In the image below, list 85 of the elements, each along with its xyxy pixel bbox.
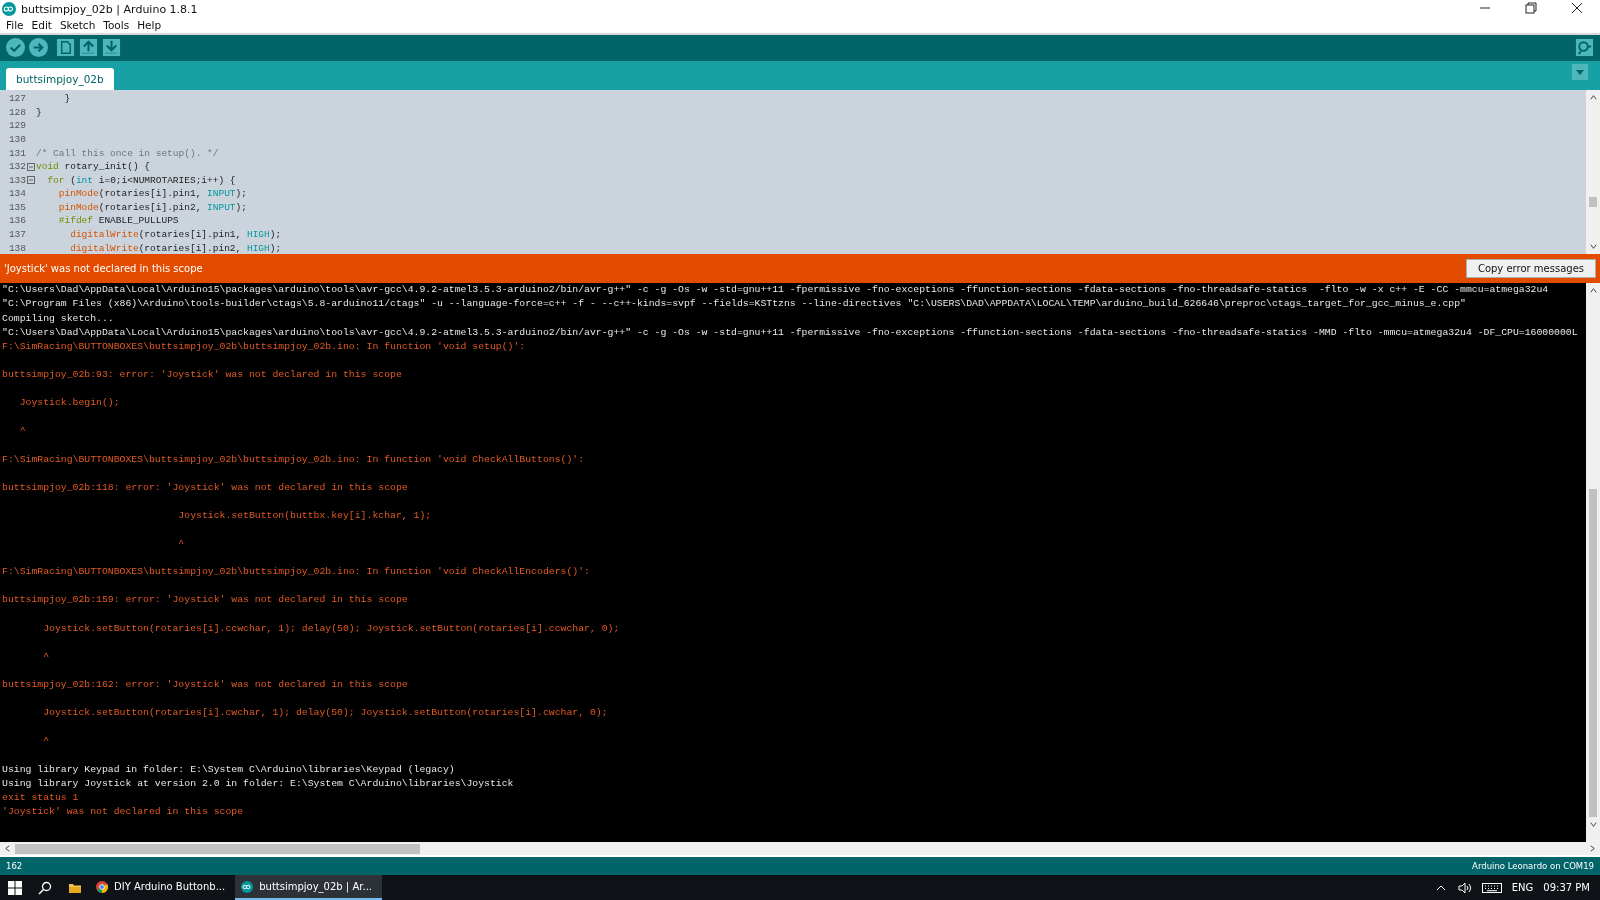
line-number: 137 (7, 229, 26, 241)
code-line: #ifdef ENABLE_PULLUPS (57, 215, 179, 227)
menu-item[interactable]: Sketch (55, 19, 100, 32)
line-number: 136 (7, 215, 26, 227)
menu-item[interactable]: Tools (99, 19, 134, 32)
tab-menu-button[interactable] (1572, 64, 1588, 81)
copy-error-button[interactable]: Copy error messages (1465, 259, 1596, 279)
keyboard-icon[interactable] (1481, 881, 1502, 894)
line-number: 132 (7, 161, 26, 173)
console-line: ^ (18, 424, 27, 439)
console-line: Joystick.setButton(buttbx.key[i].kchar, 1); (177, 508, 433, 523)
console-line: F:\SimRacing\BUTTONBOXES\buttsimpjoy_02b\buttsimpjoy_02b.ino: In function 'void CheckAllButtons()': (1, 452, 586, 467)
console-line: "C:\Program Files (x86)\Arduino\tools-builder\ctags\5.8-arduino11/ctags" -u --language-force=c++ -f - --c++-kinds=svpf --fields=KSTtzns --line-directives "C:\USERS\DAD\APPDATA\LOCAL\TEMP\arduino_build_626646\preproc\ctags_target_for_gcc_minus_e.cpp" (1, 297, 1467, 312)
open-button[interactable] (79, 38, 98, 58)
console-line: buttsimpjoy_02b:118: error: 'Joystick' was not declared in this scope (1, 480, 409, 495)
scroll-thumb[interactable] (15, 843, 420, 854)
collapse-icon[interactable] (27, 162, 35, 171)
editor-tab[interactable]: buttsimpjoy_02b (6, 67, 114, 90)
scroll-thumb[interactable] (1589, 197, 1597, 208)
scroll-right-icon[interactable] (1588, 844, 1597, 854)
code-line: digitalWrite(rotaries[i].pin1, HIGH); (69, 229, 282, 241)
line-number: 130 (7, 133, 26, 145)
console-line: "C:\Users\Dad\AppData\Local\Arduino15\packages\arduino\tools\avr-gcc\4.9.2-atmel3.5.3-arduino2/bin/avr-g++" -c -g -Os -w -std=gnu++11 -fpermissive -fno-exceptions -ffunction-sections -fdata-sections -fno-threadsafe-statics -flto -w -x c++ -E -CC -mmcu=atmega32u4 (1, 283, 1550, 298)
arduino-logo-icon (241, 880, 254, 893)
scrollbar[interactable] (1586, 283, 1600, 843)
line-number: 129 (7, 120, 26, 132)
line-number: 135 (7, 201, 26, 213)
console-line: 'Joystick' was not declared in this scope (1, 804, 245, 819)
code-line: pinMode(rotaries[i].pin2, INPUT); (57, 201, 247, 213)
scroll-up-icon[interactable] (1588, 92, 1598, 102)
language-indicator[interactable]: ENG (1511, 882, 1534, 893)
collapse-icon[interactable] (27, 176, 35, 185)
save-button[interactable] (102, 38, 121, 58)
upload-button[interactable] (29, 38, 48, 58)
line-number: 127 (7, 93, 26, 105)
menu-item[interactable]: File (2, 19, 28, 32)
line-number: 134 (7, 188, 26, 200)
window-title: buttsimpjoy_02b | Arduino 1.8.1 (21, 2, 198, 16)
console-line: "C:\Users\Dad\AppData\Local\Arduino15\packages\arduino\tools\avr-gcc\4.9.2-atmel3.5.3-arduino2/bin/avr-g++" -c -g -Os -w -std=gnu++11 -fpermissive -fno-exceptions -ffunction-sections -fdata-sections -fno-threadsafe-statics -MMD -flto -mmcu=atmega32u4 -DF_CPU=16000000L (1, 325, 1579, 340)
scrollbar[interactable] (1586, 89, 1600, 255)
scroll-down-icon[interactable] (1588, 242, 1598, 252)
console-line: buttsimpjoy_02b:162: error: 'Joystick' was not declared in this scope (1, 678, 409, 692)
code-line: } (63, 93, 71, 105)
search-icon[interactable] (38, 880, 52, 895)
speaker-icon[interactable] (1457, 881, 1472, 894)
code-line: for (int i=0;i<NUMROTARIES;i++) { (46, 174, 236, 186)
console-line: buttsimpjoy_02b:159: error: 'Joystick' was not declared in this scope (1, 593, 409, 608)
code-line: /* Call this once in setup(). */ (36, 147, 219, 159)
console-line: Joystick.setButton(rotaries[i].ccwchar, 1); delay(50); Joystick.setButton(rotaries[i].ccwchar, 0); (42, 621, 621, 636)
console-line: F:\SimRacing\BUTTONBOXES\buttsimpjoy_02b\buttsimpjoy_02b.ino: In function 'void setup()': (1, 339, 527, 354)
scrollbar[interactable] (0, 842, 1600, 856)
line-number: 128 (7, 106, 26, 118)
new-sketch-button[interactable] (56, 38, 75, 58)
console-line: ^ (42, 649, 51, 664)
taskbar-app[interactable]: buttsimpjoy_02b | Ar... (235, 875, 382, 900)
console-line: ^ (42, 734, 51, 749)
console-line: F:\SimRacing\BUTTONBOXES\buttsimpjoy_02b\buttsimpjoy_02b.ino: In function 'void CheckAllEncoders()': (1, 565, 591, 580)
code-line: } (36, 106, 42, 118)
serial-monitor-button[interactable] (1575, 38, 1594, 58)
line-number: 133 (7, 174, 26, 186)
browser-icon (96, 880, 108, 893)
clock[interactable]: 09:37 PM (1543, 882, 1590, 893)
scroll-thumb[interactable] (1589, 488, 1597, 817)
console-line: ^ (177, 537, 186, 552)
start-icon[interactable] (8, 880, 22, 895)
code-line: digitalWrite(rotaries[i].pin2, HIGH); (69, 242, 282, 254)
code-line: void rotary_init() { (36, 161, 151, 173)
menu-item[interactable]: Help (133, 19, 166, 32)
console-line: Compiling sketch... (1, 311, 115, 326)
console-line: Joystick.begin(); (18, 396, 121, 411)
console-line: exit status 1 (1, 790, 80, 805)
error-message: 'Joystick' was not declared in this scope (4, 263, 203, 275)
console-line: Joystick.setButton(rotaries[i].cwchar, 1); delay(50); Joystick.setButton(rotaries[i].cwchar, 0); (42, 706, 609, 721)
taskbar-app[interactable]: DIY Arduino Buttonb... (90, 875, 236, 900)
line-number-status: 162 (6, 861, 23, 871)
line-number: 138 (7, 242, 26, 254)
console-line: Using library Joystick at version 2.0 in folder: E:\System C\Arduino\libraries\Joystick (1, 776, 515, 791)
code-line: pinMode(rotaries[i].pin1, INPUT); (57, 188, 247, 200)
scroll-left-icon[interactable] (3, 844, 12, 854)
console-line: buttsimpjoy_02b:93: error: 'Joystick' was not declared in this scope (1, 367, 403, 382)
board-status: Arduino Leonardo on COM19 (1472, 861, 1594, 871)
verify-button[interactable] (6, 38, 25, 58)
line-number: 131 (7, 147, 26, 159)
console-line: Using library Keypad in folder: E:\System C\Arduino\libraries\Keypad (legacy) (1, 762, 456, 777)
menu-item[interactable]: Edit (27, 19, 56, 32)
